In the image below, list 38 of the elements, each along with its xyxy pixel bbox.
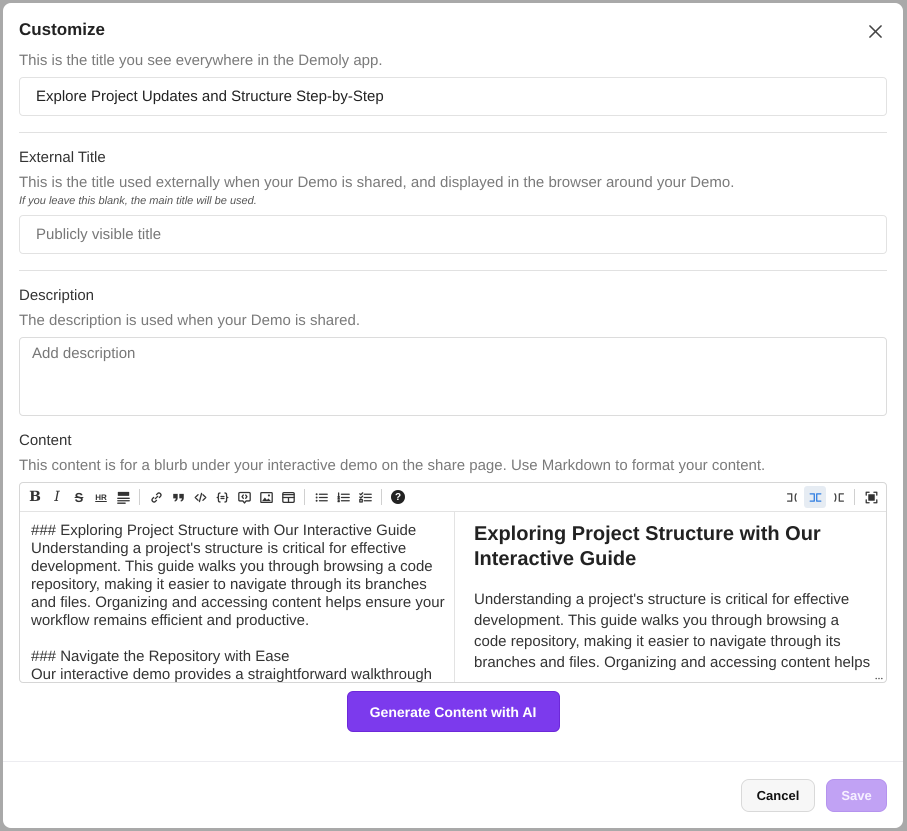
preview-paragraph: Understanding a project's structure is critical for effective development. This guide walks you through browsing a code repository, making it easier to navigate through its branches and files. Organizing and accessing content helps: [474, 590, 872, 673]
braces-icon[interactable]: [216, 490, 228, 504]
markdown-source-input[interactable]: ### Exploring Project Structure with Our Interactive Guide Understanding a project's structure is critical for effective development. This guide walks you through browsing a code repository, making it easier to navigate through its branches and files. Organizing and accessing content helps ensure your workflow remains efficient and productive. ### Navigate the Repository with Ease Our interactive demo provides a straightforward walkthrough: [20, 512, 454, 682]
numbered-list-icon[interactable]: [336, 490, 350, 504]
fullscreen-icon[interactable]: [864, 490, 878, 504]
editor-view-icon: [786, 490, 798, 504]
field-hint: The description is used when your Demo is shared.: [19, 311, 362, 331]
checklist-icon[interactable]: [358, 490, 372, 504]
help-button[interactable]: ?: [391, 490, 405, 504]
text-input[interactable]: Explore Project Updates and Structure Step-by-Step: [19, 77, 887, 116]
heading-icon[interactable]: [116, 490, 130, 504]
generate-content-button[interactable]: Generate Content with AI: [346, 691, 560, 732]
field-note: If you leave this blank, the main title will be used.: [19, 194, 258, 208]
table-icon[interactable]: [282, 490, 294, 504]
description-textarea[interactable]: Add description: [19, 337, 887, 416]
dots-icon[interactable]: [875, 677, 883, 680]
horizontal-rule-button[interactable]: HR: [91, 490, 111, 504]
strikethrough-button[interactable]: S: [68, 486, 90, 508]
preview-heading: Exploring Project Structure with Our Interactive Guide: [474, 522, 822, 572]
field-hint: This is the title used externally when your Demo is shared, and displayed in the browser around your Demo.: [19, 173, 736, 193]
cancel-button[interactable]: Cancel: [741, 779, 815, 812]
link-icon[interactable]: [150, 490, 162, 504]
speech-bubble-icon[interactable]: [238, 490, 250, 504]
image-icon[interactable]: [260, 490, 272, 504]
field-label: Content: [19, 431, 73, 451]
dialog-title: Customize: [19, 19, 105, 41]
field-hint: This is the title you see everywhere in the Demoly app.: [19, 51, 384, 71]
italic-button[interactable]: I: [46, 486, 68, 508]
field-label: Description: [19, 286, 96, 306]
close-icon[interactable]: [869, 24, 882, 38]
preview-view-icon: [832, 490, 844, 504]
field-label: External Title: [19, 148, 107, 168]
text-input[interactable]: Publicly visible title: [19, 215, 887, 254]
code-icon[interactable]: [194, 490, 206, 504]
bold-button[interactable]: B: [24, 486, 46, 508]
split-view-icon: [808, 490, 822, 504]
field-hint: This content is for a blurb under your interactive demo on the share page. Use Markdown to format your content.: [19, 456, 766, 476]
bullet-list-icon[interactable]: [314, 490, 328, 504]
